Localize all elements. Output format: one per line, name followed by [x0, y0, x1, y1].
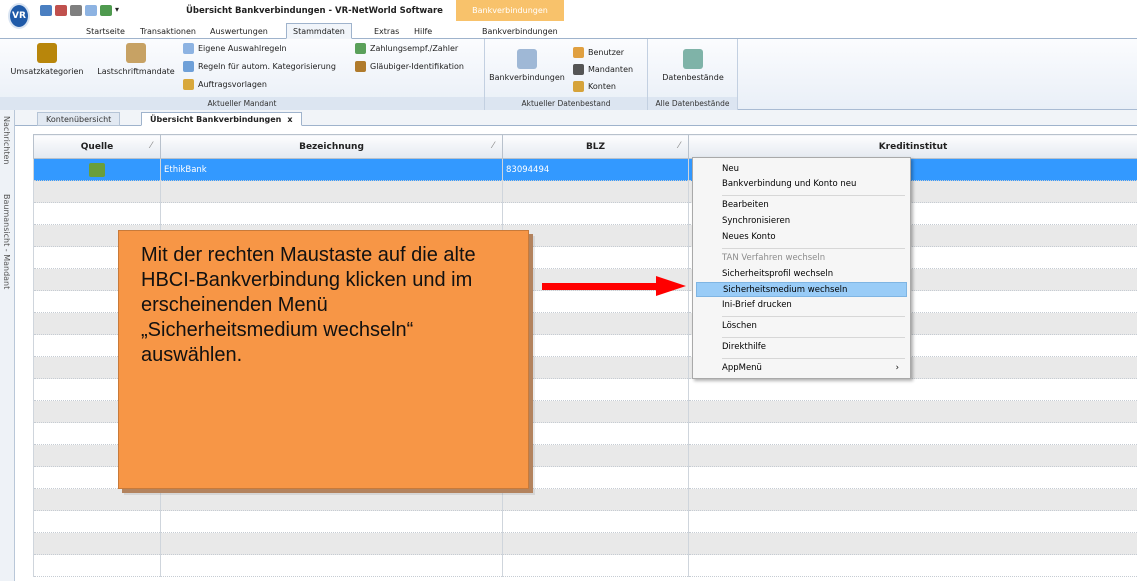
- table-row[interactable]: [33, 202, 1137, 225]
- clients-icon: [573, 64, 584, 75]
- tab-hilfe[interactable]: Hilfe: [408, 23, 438, 39]
- user-icon: [573, 47, 584, 58]
- tab-extras[interactable]: Extras: [368, 23, 405, 39]
- context-tab-title: Bankverbindungen: [456, 0, 564, 21]
- app-logo-icon[interactable]: VR: [8, 3, 30, 29]
- doc-tab-kontenuebersicht[interactable]: Kontenübersicht: [37, 112, 121, 126]
- document-tabs: Kontenübersicht Übersicht Bankverbindung…: [15, 110, 1137, 126]
- baumansicht-tab[interactable]: Baumansicht - Mandant: [2, 194, 11, 289]
- database-icon: [683, 49, 703, 69]
- close-icon[interactable]: x: [287, 115, 292, 124]
- export-icon[interactable]: [100, 5, 112, 16]
- tab-bankverbindungen[interactable]: Bankverbindungen: [476, 23, 564, 39]
- menu-separator: [722, 337, 905, 338]
- group-label: Alle Datenbestände: [648, 97, 737, 110]
- window-title: Übersicht Bankverbindungen - VR-NetWorld…: [186, 6, 443, 16]
- mandate-icon: [126, 43, 146, 63]
- menu-item-neu[interactable]: Neu: [696, 162, 907, 177]
- menu-item-tan-verfahren: TAN Verfahren wechseln: [722, 253, 826, 263]
- table-row[interactable]: [33, 554, 1137, 577]
- menu-separator: [722, 195, 905, 196]
- group-alle-datenbestaende: Datenbestände Alle Datenbestände: [648, 39, 738, 110]
- lastschriftmandate-button[interactable]: Lastschriftmandate: [90, 43, 182, 76]
- group-label: Aktueller Mandant: [0, 97, 484, 110]
- submenu-arrow-icon: ›: [895, 363, 899, 373]
- rules-icon: [183, 43, 194, 54]
- nachrichten-tab[interactable]: Nachrichten: [2, 116, 11, 164]
- group-label: Aktueller Datenbestand: [485, 97, 647, 110]
- cell-blz[interactable]: 83094494: [502, 158, 689, 181]
- table-row[interactable]: [33, 180, 1137, 203]
- sort-icon: ⁄: [492, 141, 494, 151]
- creditor-icon: [355, 61, 366, 72]
- datenbestaende-button[interactable]: Datenbestände: [650, 49, 736, 82]
- umsatzkategorien-button[interactable]: Umsatzkategorien: [4, 43, 90, 76]
- menu-item-sicherheitsprofil[interactable]: Sicherheitsprofil wechseln: [696, 267, 907, 282]
- quick-access-toolbar: ▾: [40, 5, 123, 16]
- bankverbindungen-button[interactable]: Bankverbindungen: [487, 49, 567, 82]
- menu-item-bankverbindung-konto-neu[interactable]: Bankverbindung und Konto neu: [696, 177, 907, 192]
- qat-dropdown-icon[interactable]: ▾: [115, 5, 123, 16]
- menu-separator: [722, 248, 905, 249]
- menu-item-synchronisieren[interactable]: Synchronisieren: [696, 214, 907, 229]
- arrow-head-icon: [656, 276, 686, 296]
- menu-item-ini-brief[interactable]: Ini-Brief drucken: [696, 298, 907, 313]
- menu-item-bearbeiten[interactable]: Bearbeiten: [696, 198, 907, 213]
- templates-icon: [183, 79, 194, 90]
- title-bar: VR ▾ Übersicht Bankverbindungen - VR-Net…: [0, 0, 1137, 29]
- menu-separator: [722, 358, 905, 359]
- menu-item-direkthilfe[interactable]: Direkthilfe: [696, 340, 907, 355]
- menu-separator: [722, 316, 905, 317]
- glaeubiger-id-button[interactable]: Gläubiger-Identifikation: [355, 61, 464, 72]
- regeln-kategorisierung-button[interactable]: Regeln für autom. Kategorisierung: [183, 61, 336, 72]
- table-row[interactable]: [33, 488, 1137, 511]
- menu-item-sicherheitsmedium[interactable]: Sicherheitsmedium wechseln: [696, 282, 907, 297]
- sort-icon: ⁄: [678, 141, 680, 151]
- cell-bezeichnung[interactable]: EthikBank: [160, 158, 503, 181]
- zahlungsempfaenger-button[interactable]: Zahlungsempf./Zahler: [355, 43, 458, 54]
- menu-item-appmenue[interactable]: AppMenü ›: [696, 361, 907, 376]
- sort-icon: ⁄: [150, 141, 152, 151]
- tab-stammdaten[interactable]: Stammdaten: [286, 23, 352, 39]
- group-aktueller-datenbestand: Bankverbindungen Benutzer Mandanten Kont…: [485, 39, 648, 110]
- auftragsvorlagen-button[interactable]: Auftragsvorlagen: [183, 79, 267, 90]
- payee-icon: [355, 43, 366, 54]
- callout-text: Mit der rechten Maustaste auf die alte H…: [141, 244, 476, 366]
- table-row[interactable]: [33, 510, 1137, 533]
- preview-icon[interactable]: [85, 5, 97, 16]
- menu-item-neues-konto[interactable]: Neues Konto: [696, 230, 907, 245]
- ribbon: Umsatzkategorien Lastschriftmandate Eige…: [0, 39, 1137, 110]
- bank-connection-icon: [517, 49, 537, 69]
- hbci-source-icon: [89, 162, 105, 177]
- eigene-auswahlregeln-button[interactable]: Eigene Auswahlregeln: [183, 43, 287, 54]
- transfer-icon[interactable]: [55, 5, 67, 16]
- accounts-icon: [573, 81, 584, 92]
- auto-rules-icon: [183, 61, 194, 72]
- tab-transaktionen[interactable]: Transaktionen: [134, 23, 202, 39]
- instruction-callout: Mit der rechten Maustaste auf die alte H…: [118, 230, 529, 489]
- ribbon-tabs: Startseite Transaktionen Auswertungen St…: [0, 21, 1137, 39]
- column-header-blz[interactable]: BLZ ⁄: [502, 134, 689, 159]
- print-icon[interactable]: [70, 5, 82, 16]
- column-header-kreditinstitut[interactable]: Kreditinstitut: [688, 134, 1137, 159]
- side-panel-strip: Nachrichten Baumansicht - Mandant: [0, 110, 15, 581]
- categories-icon: [37, 43, 57, 63]
- column-header-bezeichnung[interactable]: Bezeichnung ⁄: [160, 134, 503, 159]
- tab-auswertungen[interactable]: Auswertungen: [204, 23, 274, 39]
- context-menu: Neu Bankverbindung und Konto neu Bearbei…: [692, 157, 911, 379]
- doc-tab-uebersicht-bankverbindungen[interactable]: Übersicht Bankverbindungen x: [141, 112, 302, 126]
- column-header-quelle[interactable]: Quelle ⁄: [33, 134, 161, 159]
- benutzer-button[interactable]: Benutzer: [573, 47, 624, 58]
- user-icon[interactable]: [40, 5, 52, 16]
- tab-startseite[interactable]: Startseite: [80, 23, 131, 39]
- menu-item-loeschen[interactable]: Löschen: [696, 319, 907, 334]
- mandanten-button[interactable]: Mandanten: [573, 64, 633, 75]
- group-aktueller-mandant: Umsatzkategorien Lastschriftmandate Eige…: [0, 39, 485, 110]
- cell-quelle[interactable]: [33, 158, 161, 181]
- pointer-arrow: [542, 283, 660, 290]
- table-row[interactable]: [33, 532, 1137, 555]
- table-row-selected[interactable]: EthikBank 83094494: [33, 158, 1137, 181]
- konten-button[interactable]: Konten: [573, 81, 616, 92]
